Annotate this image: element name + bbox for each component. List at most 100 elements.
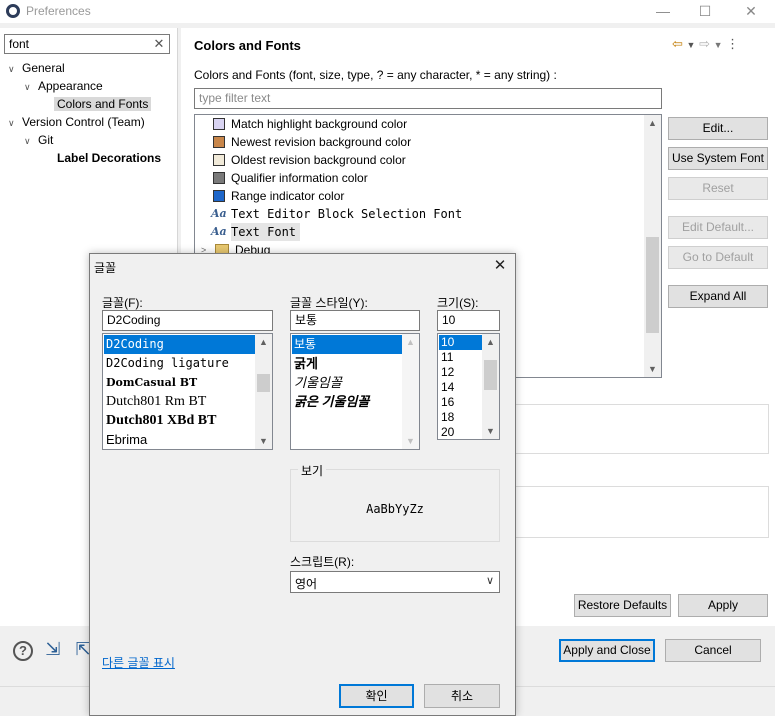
list-item[interactable]: 보통 <box>292 335 402 354</box>
scroll-down-icon[interactable]: ▼ <box>255 433 272 449</box>
list-item[interactable]: Newest revision background color <box>213 133 411 151</box>
preview-label: 보기 <box>298 462 327 479</box>
expand-all-button[interactable]: Expand All <box>668 285 768 308</box>
script-select[interactable]: 영어 ∨ <box>290 571 500 593</box>
clear-search-icon[interactable]: ✕ <box>150 35 168 53</box>
list-item[interactable]: Range indicator color <box>213 187 344 205</box>
tree-item-version-control[interactable]: ∨ Version Control (Team) <box>8 113 145 131</box>
tree-item-git[interactable]: ∨ Git <box>24 131 53 149</box>
list-item[interactable]: 20 <box>439 425 454 439</box>
list-item[interactable]: D2Coding ligature <box>104 354 229 373</box>
scroll-up-icon[interactable]: ▲ <box>255 334 272 350</box>
import-icon[interactable]: ⇲ <box>42 638 64 660</box>
list-item[interactable]: Dutch801 Rm BT <box>104 392 206 411</box>
go-to-default-button[interactable]: Go to Default <box>668 246 768 269</box>
scroll-thumb[interactable] <box>646 237 659 333</box>
edit-default-button[interactable]: Edit Default... <box>668 216 768 239</box>
list-item[interactable]: 18 <box>439 410 454 425</box>
color-swatch <box>213 172 225 184</box>
list-item[interactable]: Oldest revision background color <box>213 151 406 169</box>
font-name-input[interactable]: D2Coding <box>102 310 273 331</box>
show-more-fonts-link[interactable]: 다른 글꼴 표시 <box>102 654 175 671</box>
color-swatch <box>213 190 225 202</box>
font-list-scrollbar[interactable]: ▲ ▼ <box>255 334 272 449</box>
size-list-scrollbar[interactable]: ▲ ▼ <box>482 334 499 439</box>
scroll-thumb[interactable] <box>257 374 270 392</box>
list-item[interactable]: 11 <box>439 350 453 365</box>
more-options-icon[interactable]: ⋮ <box>726 36 739 51</box>
back-menu-icon[interactable]: ▼ <box>687 40 696 50</box>
reset-button[interactable]: Reset <box>668 177 768 200</box>
tree-item-label-decorations[interactable]: Label Decorations <box>57 149 161 167</box>
color-swatch <box>213 136 225 148</box>
history-nav: ⇦ ▼ ⇨ ▼ ⋮ <box>672 36 739 52</box>
font-style-input[interactable]: 보통 <box>290 310 420 331</box>
list-item[interactable]: 14 <box>439 380 454 395</box>
chevron-down-icon[interactable]: ∨ <box>8 60 22 78</box>
list-item[interactable]: 12 <box>439 365 454 380</box>
chevron-down-icon[interactable]: ∨ <box>24 78 38 96</box>
list-item[interactable]: Dutch801 XBd BT <box>104 411 216 430</box>
close-icon[interactable]: ✕ <box>736 2 766 22</box>
edit-button[interactable]: Edit... <box>668 117 768 140</box>
tree-item-colors-and-fonts[interactable]: Colors and Fonts <box>54 95 152 113</box>
preview-text: AaBbYyZz <box>366 502 424 516</box>
forward-menu-icon[interactable]: ▼ <box>714 40 723 50</box>
list-item[interactable]: 굵게 <box>292 354 318 373</box>
restore-defaults-button[interactable]: Restore Defaults <box>574 594 671 617</box>
style-list-scrollbar[interactable]: ▲ ▼ <box>402 334 419 449</box>
scroll-down-icon[interactable]: ▼ <box>482 423 499 439</box>
scroll-up-icon[interactable]: ▲ <box>482 334 499 350</box>
font-size-list[interactable]: 10 11 12 14 16 18 20 ▲ ▼ <box>437 333 500 440</box>
list-item[interactable]: Aa Text Editor Block Selection Font <box>211 205 462 223</box>
apply-and-close-button[interactable]: Apply and Close <box>559 639 655 662</box>
help-icon[interactable]: ? <box>12 638 34 661</box>
minimize-icon[interactable]: — <box>648 2 678 22</box>
list-item[interactable]: Ebrima <box>104 430 147 449</box>
script-select-value: 영어 <box>295 577 318 591</box>
scroll-thumb[interactable] <box>484 360 497 390</box>
cancel-button[interactable]: Cancel <box>665 639 761 662</box>
list-item[interactable]: DomCasual BT <box>104 373 197 392</box>
list-scrollbar[interactable]: ▲ ▼ <box>644 115 661 377</box>
scroll-down-icon[interactable]: ▼ <box>644 361 661 377</box>
chevron-down-icon: ∨ <box>485 575 494 587</box>
list-item[interactable]: 10 <box>439 335 482 350</box>
font-label: 글꼴(F): <box>102 296 143 310</box>
scroll-down-icon[interactable]: ▼ <box>402 433 419 449</box>
apply-button[interactable]: Apply <box>678 594 768 617</box>
forward-icon[interactable]: ⇨ <box>699 36 710 51</box>
font-list[interactable]: D2Coding D2Coding ligature DomCasual BT … <box>102 333 273 450</box>
color-swatch <box>213 118 225 130</box>
scroll-up-icon[interactable]: ▲ <box>402 334 419 350</box>
font-style-list[interactable]: 보통 굵게 기울임꼴 굵은 기울임꼴 ▲ ▼ <box>290 333 420 450</box>
tree-item-appearance[interactable]: ∨ Appearance <box>24 77 103 95</box>
list-item-selected[interactable]: Aa Text Font <box>211 223 301 241</box>
page-title: Colors and Fonts <box>194 38 301 53</box>
list-item[interactable]: Match highlight background color <box>213 115 407 133</box>
list-item[interactable]: D2Coding <box>104 335 255 354</box>
description-box <box>514 404 769 454</box>
list-item[interactable]: Qualifier information color <box>213 169 368 187</box>
dialog-close-icon[interactable]: ✕ <box>488 256 512 276</box>
window-title: Preferences <box>26 4 91 18</box>
tree-item-general[interactable]: ∨ General <box>8 59 65 77</box>
list-item[interactable]: 기울임꼴 <box>292 373 342 392</box>
font-icon: Aa <box>211 207 227 220</box>
ok-button[interactable]: 확인 <box>339 684 414 708</box>
use-system-font-button[interactable]: Use System Font <box>668 147 768 170</box>
maximize-icon[interactable]: ☐ <box>690 2 720 22</box>
font-size-input[interactable]: 10 <box>437 310 500 331</box>
list-item[interactable]: 16 <box>439 395 454 410</box>
scroll-up-icon[interactable]: ▲ <box>644 115 661 131</box>
search-input[interactable]: font <box>4 34 170 54</box>
chevron-down-icon[interactable]: ∨ <box>8 114 22 132</box>
list-item[interactable]: 굵은 기울임꼴 <box>292 392 369 411</box>
style-label: 글꼴 스타일(Y): <box>290 296 368 310</box>
chevron-down-icon[interactable]: ∨ <box>24 132 38 150</box>
dialog-cancel-button[interactable]: 취소 <box>424 684 500 708</box>
back-icon[interactable]: ⇦ <box>672 36 683 51</box>
filter-input[interactable]: type filter text <box>194 88 662 109</box>
size-label: 크기(S): <box>437 296 479 310</box>
color-swatch <box>213 154 225 166</box>
